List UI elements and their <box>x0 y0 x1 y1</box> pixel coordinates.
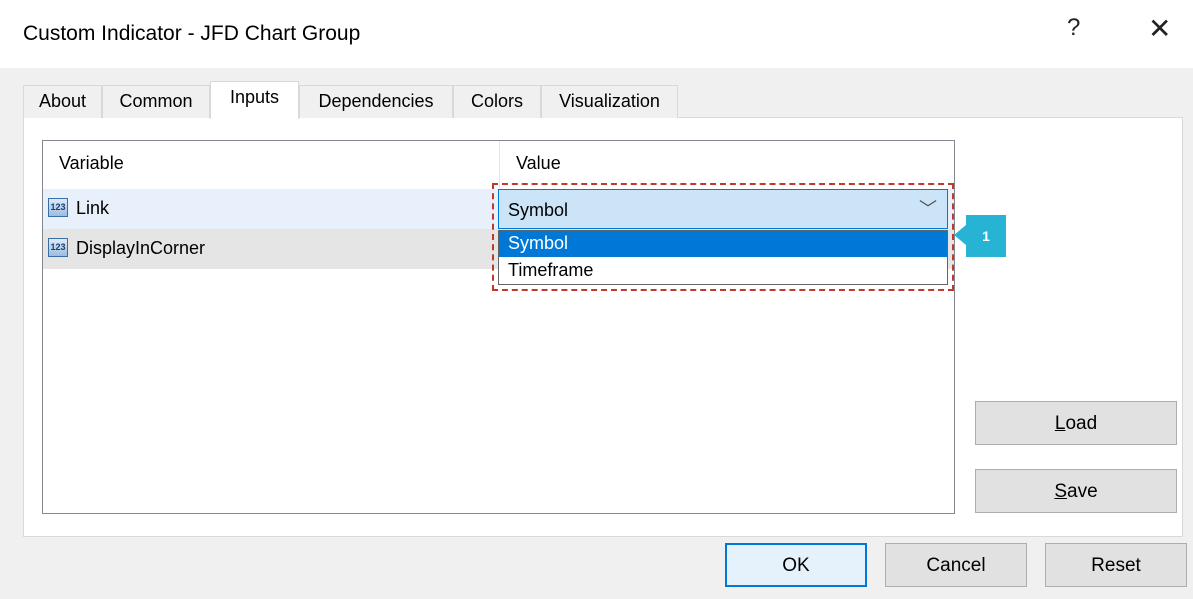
cancel-button[interactable]: Cancel <box>885 543 1027 587</box>
column-header-variable[interactable]: Variable <box>43 141 499 188</box>
numeric-type-icon: 123 <box>48 198 68 217</box>
close-button[interactable]: ✕ <box>1148 12 1171 45</box>
callout-pointer <box>954 225 966 245</box>
combobox-value: Symbol <box>508 200 569 220</box>
variable-name: DisplayInCorner <box>76 238 206 258</box>
help-button[interactable]: ? <box>1067 14 1080 42</box>
save-mnemonic: S <box>1054 481 1068 502</box>
tab-dependencies[interactable]: Dependencies <box>299 85 453 118</box>
variable-name: Link <box>76 198 110 218</box>
tab-colors[interactable]: Colors <box>453 85 541 118</box>
dropdown-option-symbol[interactable]: Symbol <box>499 231 947 257</box>
dropdown-list: Symbol Timeframe <box>498 230 948 285</box>
load-label: oad <box>1065 413 1098 434</box>
title-bar: Custom Indicator - JFD Chart Group ? ✕ <box>0 0 1193 68</box>
tab-about[interactable]: About <box>23 85 102 118</box>
dropdown-option-timeframe[interactable]: Timeframe <box>499 258 947 284</box>
window-title: Custom Indicator - JFD Chart Group <box>23 22 361 45</box>
value-combobox[interactable]: Symbol ﹀ <box>498 189 948 229</box>
tab-visualization[interactable]: Visualization <box>541 85 678 118</box>
reset-button[interactable]: Reset <box>1045 543 1187 587</box>
column-header-value[interactable]: Value <box>500 141 954 188</box>
load-button[interactable]: Load <box>975 401 1177 445</box>
tab-common[interactable]: Common <box>102 85 210 118</box>
tab-inputs[interactable]: Inputs <box>210 81 299 119</box>
save-label: ave <box>1067 481 1098 502</box>
chevron-down-icon[interactable]: ﹀ <box>919 195 937 221</box>
callout-badge: 1 <box>966 215 1006 257</box>
load-mnemonic: L <box>1054 413 1066 434</box>
numeric-type-icon: 123 <box>48 238 68 257</box>
save-button[interactable]: Save <box>975 469 1177 513</box>
ok-button[interactable]: OK <box>725 543 867 587</box>
